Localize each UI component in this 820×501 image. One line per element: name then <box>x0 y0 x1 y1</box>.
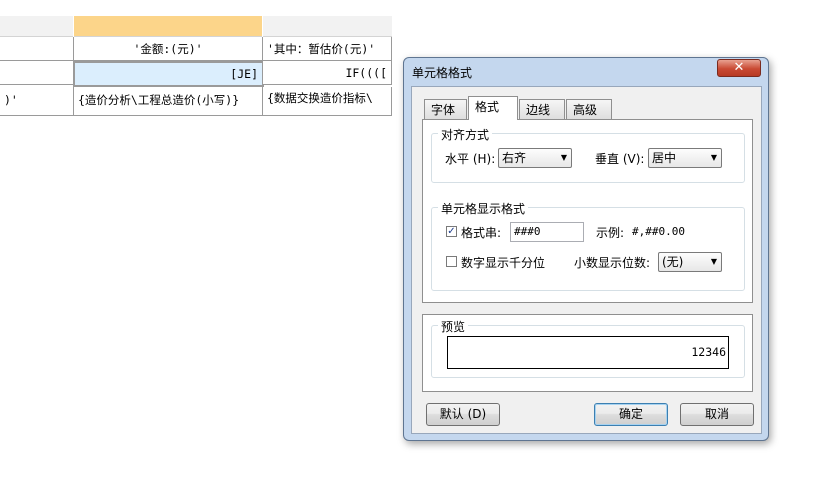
cancel-button[interactable]: 取消 <box>680 403 754 426</box>
close-icon: ✕ <box>733 60 745 75</box>
format-string-input[interactable]: ###0 <box>510 222 584 242</box>
vertical-align-select[interactable]: 居中 ▼ <box>648 148 722 168</box>
dialog-title: 单元格格式 <box>412 66 473 80</box>
cell-format-dialog: 单元格格式 ✕ 字体 格式 边线 高级 对齐方式 水平 (H): 右齐 ▼ 垂直… <box>403 57 769 441</box>
chevron-down-icon: ▼ <box>710 153 717 162</box>
thousands-separator-label: 数字显示千分位 <box>461 256 546 270</box>
thousands-separator-checkbox[interactable] <box>446 256 457 267</box>
default-button[interactable]: 默认 (D) <box>426 403 500 426</box>
spreadsheet: '金额:(元)' '其中：暂估价(元)' [JE] IF((([ )' {造价分… <box>0 0 392 118</box>
tab-advanced[interactable]: 高级 <box>566 99 612 119</box>
display-format-group-label: 单元格显示格式 <box>438 200 529 217</box>
preview-panel: 预览 12346 <box>422 314 753 392</box>
chevron-down-icon: ▼ <box>710 257 717 266</box>
table-cell[interactable] <box>0 37 74 61</box>
horizontal-align-value: 右齐 <box>502 151 527 165</box>
vertical-align-value: 居中 <box>652 151 677 165</box>
checkmark-icon: ✓ <box>447 226 456 237</box>
decimal-places-value: (无) <box>662 255 684 269</box>
table-cell[interactable]: {数据交换造价指标\ <box>263 87 392 116</box>
format-tab-panel: 对齐方式 水平 (H): 右齐 ▼ 垂直 (V): 居中 ▼ 单元格显示格式 ✓… <box>422 119 753 303</box>
horizontal-label: 水平 (H): <box>445 152 496 166</box>
column-header[interactable] <box>0 16 73 37</box>
table-cell[interactable]: )' <box>0 87 74 116</box>
alignment-group: 对齐方式 水平 (H): 右齐 ▼ 垂直 (V): 居中 ▼ <box>431 126 745 183</box>
dialog-body: 字体 格式 边线 高级 对齐方式 水平 (H): 右齐 ▼ 垂直 (V): 居中… <box>411 86 762 434</box>
horizontal-align-select[interactable]: 右齐 ▼ <box>498 148 572 168</box>
format-string-label: 格式串: <box>461 226 502 240</box>
column-header-selected[interactable] <box>74 16 262 37</box>
alignment-group-label: 对齐方式 <box>438 126 493 143</box>
table-cell[interactable]: '金额:(元)' <box>74 37 263 61</box>
example-label: 示例: <box>596 226 625 240</box>
table-cell[interactable]: '其中：暂估价(元)' <box>263 37 392 61</box>
display-format-group: 单元格显示格式 ✓ 格式串: ###0 示例: #,##0.00 数字显示千分位… <box>431 200 745 291</box>
preview-box: 12346 <box>447 336 729 369</box>
tab-font[interactable]: 字体 <box>424 99 467 119</box>
decimal-places-select[interactable]: (无) ▼ <box>658 252 722 272</box>
chevron-down-icon: ▼ <box>560 153 567 162</box>
tab-format[interactable]: 格式 <box>468 96 518 120</box>
table-cell[interactable]: IF((([ <box>263 61 392 85</box>
decimal-places-label: 小数显示位数: <box>574 256 651 270</box>
format-string-checkbox[interactable]: ✓ <box>446 226 457 237</box>
tab-border[interactable]: 边线 <box>519 99 565 119</box>
table-cell[interactable]: {造价分析\工程总造价(小写)} <box>74 87 263 116</box>
close-button[interactable]: ✕ <box>717 59 761 77</box>
column-header[interactable] <box>263 16 392 37</box>
ok-button[interactable]: 确定 <box>594 403 668 426</box>
table-cell[interactable] <box>0 61 74 85</box>
example-value: #,##0.00 <box>632 225 685 238</box>
preview-group-label: 预览 <box>438 318 469 335</box>
active-cell[interactable]: [JE] <box>73 61 264 87</box>
vertical-label: 垂直 (V): <box>595 152 645 166</box>
